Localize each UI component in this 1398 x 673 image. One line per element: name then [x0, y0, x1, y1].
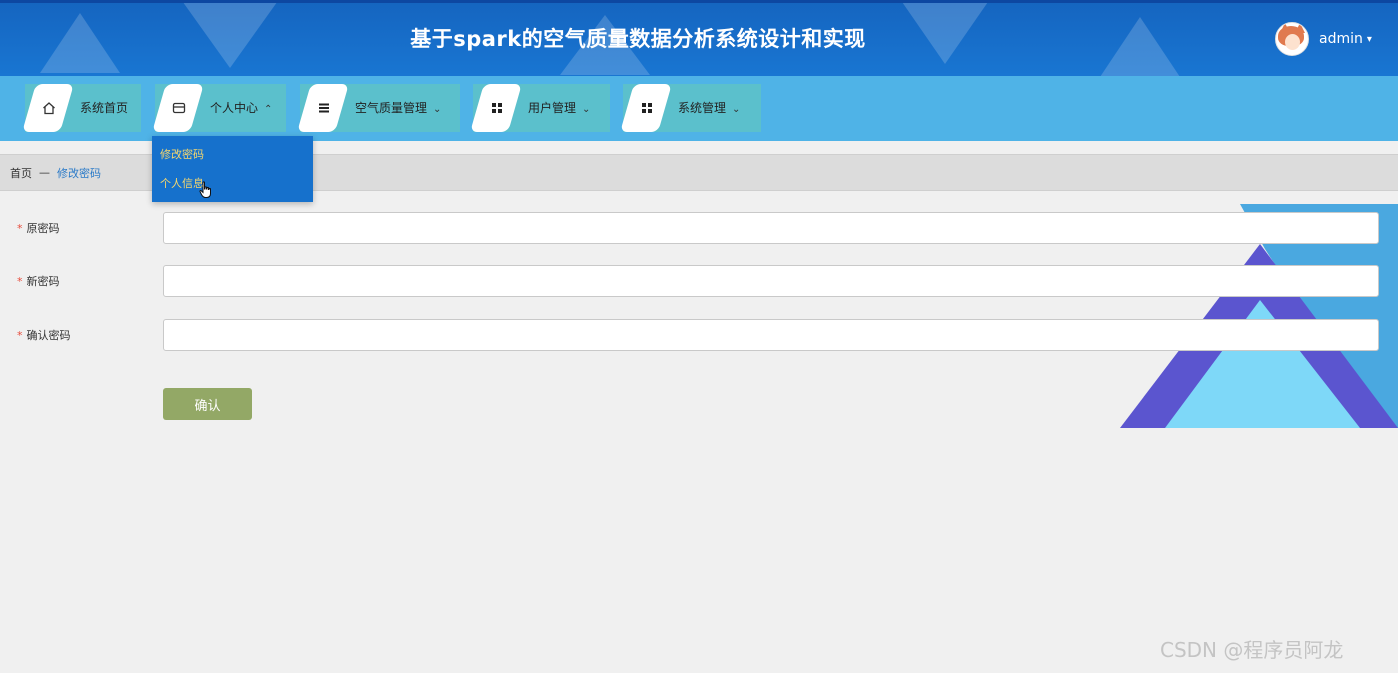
- main-nav: 系统首页 个人中心 ⌃ 空气质量管理 ⌄ 用户管理 ⌄ 系统管理 ⌄: [0, 76, 1398, 141]
- avatar: [1275, 22, 1309, 56]
- required-mark: *: [17, 329, 23, 342]
- confirm-password-input[interactable]: [163, 319, 1379, 351]
- dropdown-item-personal-info[interactable]: 个人信息: [152, 169, 313, 198]
- user-menu[interactable]: admin ▾: [1275, 22, 1372, 56]
- nav-item-label: 系统管理: [678, 101, 727, 115]
- user-name: admin: [1319, 31, 1363, 47]
- nav-item-personal-center[interactable]: 个人中心 ⌃: [152, 84, 286, 132]
- grid-icon: [488, 99, 506, 117]
- form-row-new-password: * 新密码: [0, 265, 1398, 299]
- breadcrumb-home[interactable]: 首页: [10, 165, 32, 181]
- hand-cursor-icon: [199, 181, 213, 203]
- nav-item-label: 用户管理: [528, 101, 577, 115]
- home-icon: [40, 99, 58, 117]
- nav-item-user-management[interactable]: 用户管理 ⌄: [470, 84, 610, 132]
- confirm-button[interactable]: 确认: [163, 388, 252, 420]
- personal-center-dropdown: 修改密码 个人信息: [152, 136, 313, 202]
- field-label: 原密码: [26, 222, 60, 235]
- list-icon: [315, 99, 333, 117]
- chevron-up-icon: ⌃: [264, 104, 273, 115]
- required-mark: *: [17, 222, 23, 235]
- nav-item-label: 系统首页: [80, 101, 129, 115]
- chevron-down-icon: ⌄: [732, 104, 741, 115]
- nav-item-home[interactable]: 系统首页: [22, 84, 141, 132]
- new-password-input[interactable]: [163, 265, 1379, 297]
- nav-item-system-management[interactable]: 系统管理 ⌄: [620, 84, 761, 132]
- nav-item-label: 个人中心: [210, 101, 259, 115]
- field-label: 确认密码: [26, 329, 71, 342]
- field-label: 新密码: [26, 275, 60, 288]
- dropdown-item-change-password[interactable]: 修改密码: [152, 140, 313, 169]
- nav-item-air-quality[interactable]: 空气质量管理 ⌄: [297, 84, 460, 132]
- watermark: CSDN @程序员阿龙: [1160, 638, 1344, 662]
- grid-icon: [638, 99, 656, 117]
- page-title: 基于spark的空气质量数据分析系统设计和实现: [410, 27, 866, 51]
- form-row-old-password: * 原密码: [0, 212, 1398, 246]
- required-mark: *: [17, 275, 23, 288]
- form-row-confirm-password: * 确认密码: [0, 319, 1398, 353]
- nav-item-label: 空气质量管理: [355, 101, 428, 115]
- old-password-input[interactable]: [163, 212, 1379, 244]
- card-icon: [170, 99, 188, 117]
- chevron-down-icon: ⌄: [433, 104, 442, 115]
- chevron-down-icon: ⌄: [582, 104, 591, 115]
- breadcrumb-separator: —: [39, 166, 50, 179]
- breadcrumb-current: 修改密码: [57, 166, 101, 180]
- app-header: 基于spark的空气质量数据分析系统设计和实现 admin ▾: [0, 0, 1398, 76]
- caret-down-icon: ▾: [1366, 33, 1372, 45]
